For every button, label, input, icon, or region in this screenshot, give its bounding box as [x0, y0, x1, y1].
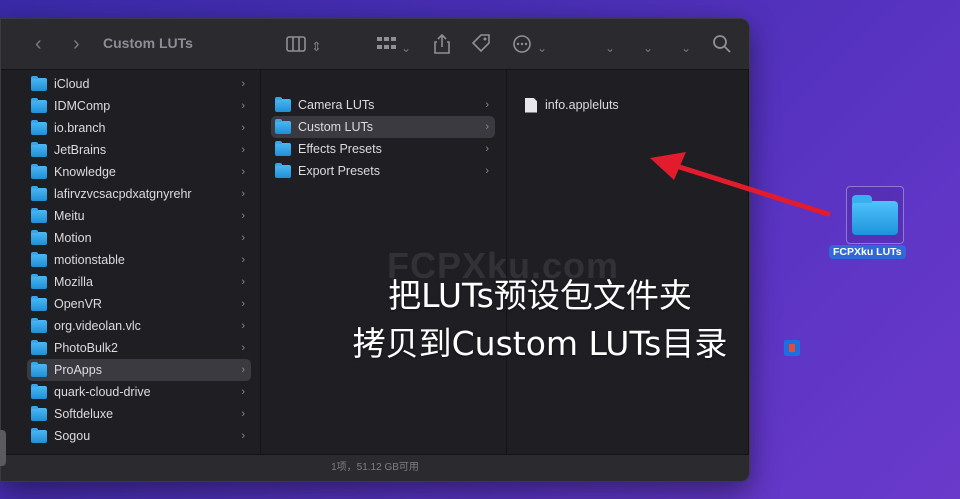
- chevron-right-icon: ›: [241, 210, 245, 222]
- folder-icon: [31, 97, 47, 113]
- chevron-down-icon[interactable]: ⌄: [681, 36, 691, 60]
- folder-icon: [275, 140, 291, 156]
- resize-handle[interactable]: [0, 430, 6, 466]
- list-item[interactable]: Motion ›: [31, 227, 251, 249]
- chevron-right-icon: ›: [241, 100, 245, 112]
- chevron-right-icon: ›: [241, 276, 245, 288]
- folder-icon: [31, 251, 47, 267]
- chevron-right-icon: ›: [241, 122, 245, 134]
- list-item[interactable]: IDMComp ›: [31, 95, 251, 117]
- folder-icon: [31, 273, 47, 289]
- column-browser: iCloud › IDMComp › io.branch › JetBrains › K…: [1, 70, 749, 455]
- list-item[interactable]: PhotoBulk2 ›: [31, 337, 251, 359]
- chevron-right-icon: ›: [241, 320, 245, 332]
- list-item[interactable]: Sogou ›: [31, 425, 251, 447]
- chevron-right-icon: ›: [485, 143, 489, 155]
- status-bar: 1项，51.12 GB可用: [1, 454, 749, 481]
- list-item[interactable]: Export Presets ›: [275, 160, 495, 182]
- list-item[interactable]: JetBrains ›: [31, 139, 251, 161]
- chevron-down-icon[interactable]: ⌄: [643, 36, 653, 60]
- list-item[interactable]: Mozilla ›: [31, 271, 251, 293]
- folder-icon: [31, 295, 47, 311]
- chevron-right-icon: ›: [485, 99, 489, 111]
- chevron-right-icon: ›: [241, 166, 245, 178]
- folder-icon: [275, 96, 291, 112]
- list-item[interactable]: lafirvzvcsacpdxatgnyrehr ›: [31, 183, 251, 205]
- back-button[interactable]: ‹: [35, 32, 42, 56]
- arrow-icon: [650, 152, 831, 217]
- site-logo-icon: [784, 340, 800, 356]
- list-item[interactable]: Camera LUTs ›: [275, 94, 495, 116]
- list-item-selected[interactable]: ProApps ›: [27, 359, 251, 381]
- chevron-right-icon: ›: [241, 342, 245, 354]
- folder-icon: [31, 229, 47, 245]
- folder-icon: [31, 185, 47, 201]
- chevron-down-icon[interactable]: ⌄: [401, 36, 411, 60]
- chevron-right-icon: ›: [241, 232, 245, 244]
- chevron-right-icon: ›: [485, 121, 489, 133]
- folder-icon: [31, 119, 47, 135]
- tag-icon[interactable]: [470, 33, 492, 55]
- chevron-right-icon: ›: [241, 254, 245, 266]
- folder-icon: [31, 141, 47, 157]
- chevron-right-icon: ›: [485, 165, 489, 177]
- chevron-right-icon: ›: [241, 188, 245, 200]
- desktop-folder-icon[interactable]: [846, 186, 904, 244]
- folder-icon: [31, 317, 47, 333]
- chevron-right-icon: ›: [241, 298, 245, 310]
- chevron-right-icon: ›: [241, 386, 245, 398]
- folder-icon: [31, 75, 47, 91]
- folder-icon: [31, 163, 47, 179]
- list-item[interactable]: info.appleluts: [525, 94, 725, 116]
- share-icon[interactable]: [431, 33, 453, 55]
- folder-icon: [31, 339, 47, 355]
- more-actions-icon[interactable]: [511, 33, 533, 55]
- list-item[interactable]: Meitu ›: [31, 205, 251, 227]
- folder-icon: [31, 361, 47, 377]
- list-item[interactable]: Softdeluxe ›: [31, 403, 251, 425]
- chevron-right-icon: ›: [241, 364, 245, 376]
- list-item[interactable]: Effects Presets ›: [275, 138, 495, 160]
- folder-icon: [31, 405, 47, 421]
- list-item[interactable]: OpenVR ›: [31, 293, 251, 315]
- list-item[interactable]: motionstable ›: [31, 249, 251, 271]
- column-1[interactable]: iCloud › IDMComp › io.branch › JetBrains › K…: [1, 70, 261, 455]
- file-icon: [525, 97, 537, 113]
- list-item[interactable]: io.branch ›: [31, 117, 251, 139]
- chevron-down-icon[interactable]: ⌄: [605, 36, 615, 60]
- list-item[interactable]: Knowledge ›: [31, 161, 251, 183]
- chevron-down-icon[interactable]: ⌄: [537, 36, 547, 60]
- folder-icon: [275, 118, 291, 134]
- folder-icon: [31, 427, 47, 443]
- chevron-right-icon: ›: [241, 430, 245, 442]
- toolbar: ‹ › Custom LUTs ⇕ ⌄ ⌄ ⌄ ⌄ ⌄: [1, 19, 749, 70]
- column-view-icon[interactable]: [285, 33, 307, 55]
- list-item[interactable]: org.videolan.vlc ›: [31, 315, 251, 337]
- desktop-folder-label[interactable]: FCPXku LUTs: [829, 245, 906, 259]
- chevron-right-icon: ›: [241, 144, 245, 156]
- list-item-selected[interactable]: Custom LUTs ›: [271, 116, 495, 138]
- folder-icon: [275, 162, 291, 178]
- view-toggle-chevron-icon[interactable]: ⇕: [311, 35, 322, 59]
- forward-button[interactable]: ›: [73, 32, 80, 56]
- window-title: Custom LUTs: [103, 35, 193, 51]
- list-item[interactable]: quark-cloud-drive ›: [31, 381, 251, 403]
- finder-window: ‹ › Custom LUTs ⇕ ⌄ ⌄ ⌄ ⌄ ⌄ iCloud › IDM…: [0, 18, 750, 482]
- list-item[interactable]: iCloud ›: [31, 73, 251, 95]
- folder-icon: [31, 383, 47, 399]
- folder-icon: [31, 207, 47, 223]
- caption-line-2: 拷贝到Custom LUTs目录: [352, 324, 728, 363]
- caption-line-1: 把LUTs预设包文件夹: [388, 276, 692, 315]
- chevron-right-icon: ›: [241, 78, 245, 90]
- group-icon[interactable]: [375, 33, 397, 55]
- search-icon[interactable]: [711, 33, 733, 55]
- chevron-right-icon: ›: [241, 408, 245, 420]
